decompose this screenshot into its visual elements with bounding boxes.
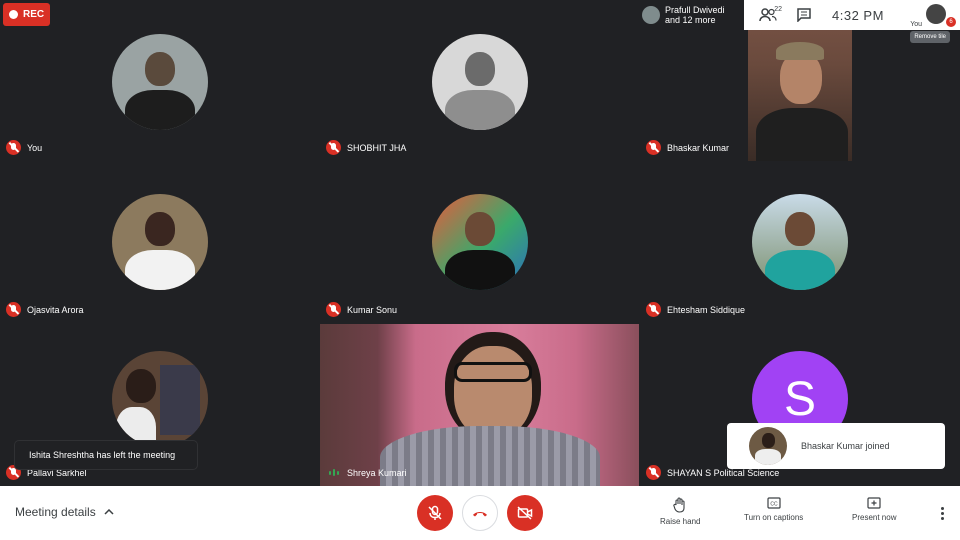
leave-call-button[interactable] [462,495,498,531]
participant-tile-ojasvita-arora[interactable]: Ojasvita Arora [0,162,319,323]
svg-text:CC: CC [770,502,778,508]
notification-badge: 6 [946,17,956,27]
participant-tile-ehtesham-siddique[interactable]: Ehtesham Siddique [640,162,960,323]
self-avatar[interactable] [926,4,946,24]
participant-avatar [111,194,208,290]
chevron-up-icon [104,509,114,515]
hang-up-icon [473,512,487,517]
you-label: You [910,21,922,28]
participant-name-label: SHOBHIT JHA [326,140,406,155]
left-meeting-toast: Ishita Shreshtha has left the meeting [15,441,197,469]
mic-off-icon [646,140,661,155]
captions-icon: CC [767,497,781,509]
participant-video [320,324,639,486]
mic-off-icon [428,505,442,520]
joined-toast: Bhaskar Kumar joined [727,423,945,469]
participant-avatar [111,34,208,130]
recording-badge: REC [3,3,50,26]
mic-off-icon [326,302,341,317]
hand-icon [673,497,685,513]
present-screen-icon [867,497,881,509]
camera-off-icon [517,506,533,520]
participant-tile-shobhit-jha[interactable]: SHOBHIT JHA [320,0,639,161]
mic-off-icon [646,302,661,317]
mic-off-icon [6,140,21,155]
bottom-control-bar: Meeting details Raise hand CC Turn on ca… [0,486,960,540]
participant-grid: You SHOBHIT JHA Bhaskar Kumar Ojasvita A… [0,0,960,486]
top-right-panel: 22 4:32 PM You 6 [744,0,960,30]
camera-toggle-button[interactable] [507,495,543,531]
mic-off-icon [326,140,341,155]
present-now-button[interactable]: Present now [852,497,896,522]
participant-name-label: Bhaskar Kumar [646,140,729,155]
participant-tile-kumar-sonu[interactable]: Kumar Sonu [320,162,639,323]
participant-avatar [431,194,528,290]
mic-off-icon [6,302,21,317]
participant-name-label: Kumar Sonu [326,302,397,317]
mic-off-icon [646,465,661,480]
captions-button[interactable]: CC Turn on captions [744,497,803,522]
more-options-icon[interactable] [941,507,944,520]
participant-avatar [111,351,208,447]
participant-name-label: You [6,140,42,155]
participant-name-label: Ojasvita Arora [6,302,84,317]
remove-tile-tooltip: Remove tile [910,31,950,43]
record-dot-icon [9,10,18,19]
clock-time: 4:32 PM [832,7,884,23]
raise-hand-button[interactable]: Raise hand [660,497,700,526]
participant-name-label: Ehtesham Siddique [646,302,745,317]
audio-level-icon [326,465,341,480]
presenter-avatar [642,6,660,24]
chat-button[interactable] [786,0,822,30]
meeting-details-button[interactable]: Meeting details [15,505,114,519]
top-bar: Prafull Dwivedi and 12 more 22 4:32 PM Y… [638,0,960,30]
participant-avatar [752,194,848,290]
presenter-info[interactable]: Prafull Dwivedi and 12 more [638,0,744,30]
microphone-toggle-button[interactable] [417,495,453,531]
chat-icon [797,8,811,22]
participant-name-label: Shreya Kumari [326,465,407,480]
participant-avatar [431,34,528,130]
participant-tile-shreya-kumari[interactable]: Shreya Kumari [320,324,639,486]
participants-button[interactable]: 22 [750,0,786,30]
joined-participant-avatar [749,427,787,465]
